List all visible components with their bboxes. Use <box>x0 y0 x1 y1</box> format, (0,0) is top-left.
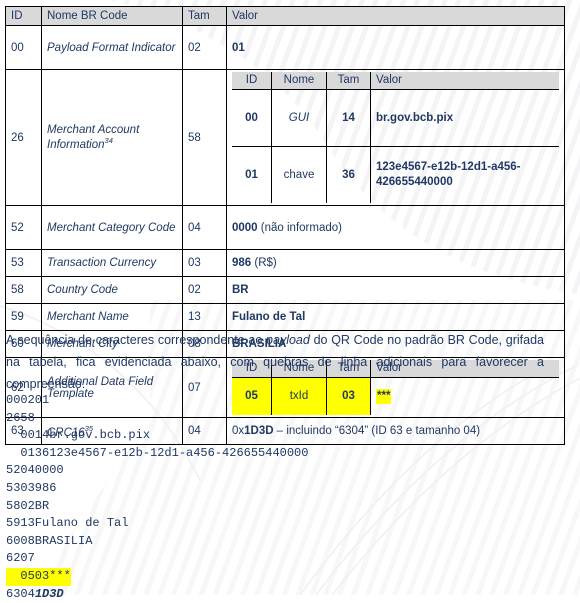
payload-line-text: 5913Fulano de Tal <box>6 516 129 531</box>
payload-line: 6207 <box>6 550 308 568</box>
nested-nome-00: GUI <box>271 89 327 147</box>
row-nome-footnote-26: 34 <box>104 136 113 146</box>
row-nome-53: Transaction Currency <box>41 249 183 277</box>
row-valor-rest-52: (não informado) <box>257 221 342 234</box>
header-tam: Tam <box>182 6 227 26</box>
table-row: 00 Payload Format Indicator 02 01 <box>5 25 565 70</box>
row-nome-text-26: Merchant Account Information <box>47 124 140 151</box>
nested-tam-01: 36 <box>326 146 371 203</box>
row-tam-00: 02 <box>182 25 227 70</box>
paragraph-part1: A sequência de caracteres correspondente… <box>6 332 267 347</box>
payload-line-text: 52040000 <box>6 463 64 478</box>
payload-line-text: 0014br.gov.bcb.pix <box>6 428 151 443</box>
payload-line-text: 0136123e4567-e12b-12d1-a456-426655440000 <box>6 445 309 460</box>
row-valor-26: ID Nome Tam Valor 00 GUI 14 br.gov.bcb.p… <box>226 69 565 206</box>
explanatory-paragraph: A sequência de caracteres correspondente… <box>6 329 544 395</box>
row-nome-52: Merchant Category Code <box>41 205 183 250</box>
payload-line: 0014br.gov.bcb.pix <box>6 427 308 445</box>
nested-nome-01: chave <box>271 146 327 203</box>
row-nome-59: Merchant Name <box>41 303 183 331</box>
nested-tam-00: 14 <box>326 89 371 147</box>
row-id-00: 00 <box>5 25 42 70</box>
row-id-26: 26 <box>5 69 42 206</box>
payload-line: 000201 <box>6 392 308 410</box>
row-valor-bold-58: BR <box>232 284 249 296</box>
table-row: 53 Transaction Currency 03 986 (R$) <box>5 249 565 277</box>
table-row: 26 Merchant Account Information34 58 ID … <box>5 69 565 206</box>
table-row: 59 Merchant Name 13 Fulano de Tal <box>5 303 565 331</box>
row-valor-52: 0000 (não informado) <box>226 205 565 250</box>
header-id: ID <box>5 6 42 26</box>
row-valor-53: 986 (R$) <box>226 249 565 277</box>
row-valor-bold-59: Fulano de Tal <box>232 311 306 323</box>
table-header-row: ID Nome BR Code Tam Valor <box>5 6 565 26</box>
nested-id-00: 00 <box>232 89 272 147</box>
row-nome-00: Payload Format Indicator <box>41 25 183 70</box>
table-row: 52 Merchant Category Code 04 0000 (não i… <box>5 205 565 250</box>
row-valor-rest-53: (R$) <box>251 257 277 269</box>
nested-table-26: ID Nome Tam Valor 00 GUI 14 br.gov.bcb.p… <box>232 72 559 203</box>
payload-line: 5802BR <box>6 498 308 516</box>
payload-line: 52040000 <box>6 462 308 480</box>
paragraph-emphasis: payload <box>266 332 310 347</box>
row-nome-26: Merchant Account Information34 <box>41 69 183 206</box>
payload-code-block: 000201 2658 0014br.gov.bcb.pix 0136123e45… <box>6 392 308 603</box>
payload-line: 2658 <box>6 410 308 428</box>
payload-line: 5913Fulano de Tal <box>6 515 308 533</box>
row-valor-bold-53: 986 <box>232 257 252 269</box>
row-tam-58: 02 <box>182 276 227 304</box>
nested-row: 00 GUI 14 br.gov.bcb.pix <box>232 89 559 147</box>
row-id-52: 52 <box>5 205 42 250</box>
nested-header-row: ID Nome Tam Valor <box>232 72 559 90</box>
row-id-58: 58 <box>5 276 42 304</box>
payload-line-text: 5802BR <box>6 498 50 513</box>
table-row: 58 Country Code 02 BR <box>5 276 565 304</box>
nested-row: 01 chave 36 123e4567-e12b-12d1-a456-4266… <box>232 146 559 203</box>
nested-id-01: 01 <box>232 146 272 203</box>
row-id-59: 59 <box>5 303 42 331</box>
payload-line-text: 5303986 <box>6 480 57 495</box>
nested-valor-00: br.gov.bcb.pix <box>370 89 559 147</box>
row-valor-00: 01 <box>226 25 565 70</box>
payload-line: 5303986 <box>6 480 308 498</box>
payload-line-text: 6008BRASILIA <box>6 533 93 548</box>
row-tam-26: 58 <box>182 69 227 206</box>
payload-line-text: 2658 <box>6 410 35 425</box>
payload-line: 63041D3D <box>6 586 308 603</box>
nested-header-tam: Tam <box>326 72 371 90</box>
payload-line: 0136123e4567-e12b-12d1-a456-426655440000 <box>6 445 308 463</box>
payload-line-highlighted-text: 0503*** <box>6 567 71 586</box>
payload-line-text: 6304 <box>6 586 35 601</box>
nested-valor-01: 123e4567-e12b-12d1-a456-426655440000 <box>370 146 559 203</box>
payload-line-crc-value: 1D3D <box>34 586 64 601</box>
row-tam-52: 04 <box>182 205 227 250</box>
row-valor-bold-00: 01 <box>232 41 245 54</box>
row-valor-59: Fulano de Tal <box>226 303 565 331</box>
header-nome: Nome BR Code <box>41 6 183 26</box>
row-id-53: 53 <box>5 249 42 277</box>
payload-line-text: 6207 <box>6 551 35 566</box>
row-tam-59: 13 <box>182 303 227 331</box>
row-valor-bold-52: 0000 <box>232 221 258 234</box>
payload-line: 6008BRASILIA <box>6 533 308 551</box>
row-valor-58: BR <box>226 276 565 304</box>
nested-header-valor: Valor <box>370 72 559 90</box>
nested-header-id: ID <box>232 72 272 90</box>
row-nome-58: Country Code <box>41 276 183 304</box>
header-valor: Valor <box>226 6 565 26</box>
row-tam-53: 03 <box>182 249 227 277</box>
payload-line: 0503*** <box>6 567 308 586</box>
nested-header-nome: Nome <box>271 72 327 90</box>
payload-line-text: 000201 <box>6 393 50 407</box>
